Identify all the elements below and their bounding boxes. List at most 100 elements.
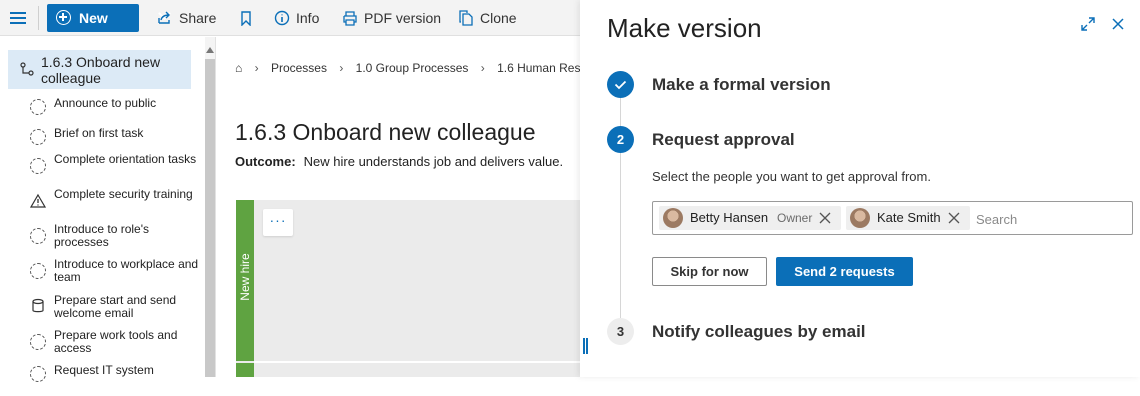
info-icon [274, 10, 290, 26]
clone-icon [459, 10, 473, 26]
outcome-line: Outcome: New hire understands job and del… [235, 154, 563, 169]
dashed-circle-icon [30, 99, 46, 115]
avatar [850, 208, 870, 228]
swimlane-divider [254, 361, 580, 363]
approvers-picker[interactable]: Betty Hansen Owner Kate Smith [652, 201, 1133, 235]
sidebar-item[interactable]: Request IT system [30, 364, 200, 396]
new-button[interactable]: New [47, 4, 171, 32]
step-connector [620, 98, 621, 126]
pdf-version-button[interactable]: PDF version [342, 9, 442, 29]
step-2-title: Request approval [652, 130, 795, 149]
step-1-title: Make a formal version [652, 75, 831, 94]
clone-label: Clone [480, 10, 517, 26]
sidebar-item[interactable]: Introduce to role's processes [30, 223, 200, 255]
printer-icon [343, 11, 357, 26]
expand-icon[interactable] [1080, 16, 1096, 32]
sidebar-item-label: Complete orientation tasks [54, 152, 197, 166]
skip-for-now-button[interactable]: Skip for now [652, 257, 767, 286]
sidebar-item[interactable]: Introduce to workplace and team [30, 258, 200, 290]
step-2-badge: 2 [607, 126, 634, 153]
swimlane-header-next[interactable] [236, 363, 254, 377]
close-icon[interactable] [1110, 16, 1126, 32]
process-tree-sidebar: 1.6.3 Onboard new colleague Announce to … [0, 37, 216, 382]
dashed-circle-icon [30, 334, 46, 350]
swimlane-label: New hire [238, 253, 252, 301]
approval-instruction: Select the people you want to get approv… [652, 169, 931, 184]
process-flow-icon [20, 62, 34, 76]
share-button[interactable]: Share [157, 9, 217, 29]
clone-button[interactable]: Clone [458, 9, 520, 29]
sidebar-scrollbar[interactable] [205, 37, 215, 377]
breadcrumb-item[interactable]: 1.6 Human Resources [497, 61, 580, 75]
breadcrumb-item[interactable]: 1.0 Group Processes [356, 61, 469, 75]
sidebar-item-label: Prepare start and send welcome email [54, 293, 177, 320]
sidebar-item-label: Complete security training [54, 187, 193, 201]
more-options-button[interactable]: ··· [263, 209, 293, 236]
send-requests-button[interactable]: Send 2 requests [776, 257, 913, 286]
top-toolbar: New Share Info PDF version Clone [0, 0, 580, 36]
sidebar-selected-label: 1.6.3 Onboard new colleague [41, 54, 161, 86]
dashed-circle-icon [30, 129, 46, 145]
chevron-right-icon: › [480, 61, 485, 75]
sidebar-item[interactable]: Complete orientation tasks [30, 153, 200, 185]
pdf-version-label: PDF version [364, 10, 442, 26]
process-diagram-canvas[interactable]: New hire ··· [236, 200, 580, 377]
bookmark-icon [241, 11, 251, 26]
breadcrumb: ⌂ › Processes › 1.0 Group Processes › 1.… [235, 61, 580, 75]
panel-resize-handle[interactable] [583, 338, 589, 354]
dashed-circle-icon [30, 263, 46, 279]
sidebar-item-label: Introduce to role's processes [54, 222, 150, 249]
toolbar-divider [38, 6, 39, 30]
info-label: Info [296, 10, 320, 26]
approver-name: Kate Smith [877, 210, 941, 225]
sidebar-item[interactable]: Complete security training [30, 188, 200, 220]
bookmark-button[interactable] [238, 9, 258, 29]
step-3-badge: 3 [607, 318, 634, 345]
swimlane-header[interactable]: New hire [236, 200, 254, 361]
approver-chip: Kate Smith [846, 206, 970, 230]
checkmark-icon [614, 80, 627, 90]
dashed-circle-icon [30, 158, 46, 174]
plus-circle-icon [56, 10, 71, 25]
warning-icon [30, 193, 46, 208]
approver-role: Owner [777, 211, 813, 225]
chevron-right-icon: › [254, 61, 259, 75]
info-button[interactable]: Info [274, 9, 324, 29]
dashed-circle-icon [30, 228, 46, 244]
share-label: Share [179, 10, 217, 26]
outcome-text: New hire understands job and delivers va… [303, 154, 564, 169]
chevron-right-icon: › [339, 61, 344, 75]
approver-name: Betty Hansen [690, 210, 769, 225]
step-connector [620, 153, 621, 318]
dashed-circle-icon [30, 366, 46, 382]
sidebar-item-selected[interactable]: 1.6.3 Onboard new colleague [8, 50, 191, 89]
database-icon [32, 298, 44, 313]
remove-approver-icon[interactable] [948, 212, 960, 224]
sidebar-item[interactable]: Prepare start and send welcome email [30, 294, 200, 326]
main-content: ⌂ › Processes › 1.0 Group Processes › 1.… [217, 37, 580, 377]
breadcrumb-item[interactable]: Processes [271, 61, 327, 75]
sidebar-item-label: Introduce to workplace and team [54, 257, 199, 284]
search-input[interactable] [976, 209, 1126, 229]
new-button-label: New [79, 10, 108, 26]
home-icon[interactable]: ⌂ [235, 61, 242, 75]
panel-title: Make version [607, 13, 762, 43]
step-3-title: Notify colleagues by email [652, 322, 866, 341]
sidebar-item-label: Prepare work tools and access [54, 328, 178, 355]
remove-approver-icon[interactable] [819, 212, 831, 224]
sidebar-item[interactable]: Prepare work tools and access [30, 329, 200, 361]
share-icon [158, 11, 170, 24]
avatar [663, 208, 683, 228]
scrollbar-thumb[interactable] [205, 59, 215, 377]
outcome-label: Outcome: [235, 154, 296, 169]
sidebar-item-label: Brief on first task [54, 126, 144, 140]
sidebar-item[interactable]: Announce to public [30, 97, 200, 129]
page-title: 1.6.3 Onboard new colleague [235, 119, 536, 145]
hamburger-menu-icon[interactable] [8, 8, 30, 28]
make-version-panel: Make version Make a formal version 2 Req… [580, 0, 1140, 377]
approver-chip: Betty Hansen Owner [659, 206, 841, 230]
scroll-up-arrow-icon[interactable] [206, 47, 214, 53]
sidebar-item-label: Request IT system [54, 363, 154, 377]
step-1-complete-badge [607, 71, 634, 98]
sidebar-item-label: Announce to public [54, 96, 157, 110]
